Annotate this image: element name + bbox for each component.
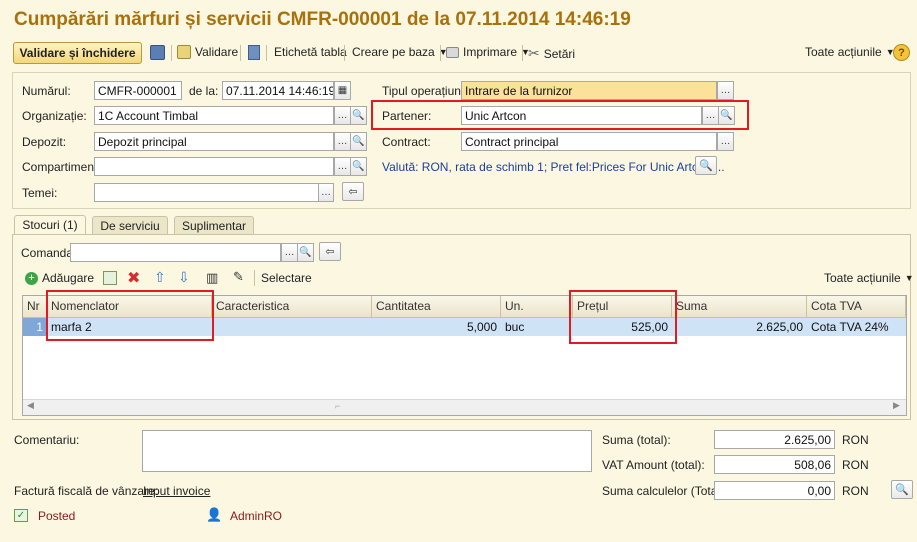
cell-characteristic[interactable] — [212, 318, 372, 336]
vat-currency: RON — [842, 458, 869, 472]
tab-stocks[interactable]: Stocuri (1) — [14, 215, 86, 234]
label-table-button[interactable]: Etichetă tabla — [274, 45, 347, 59]
fill-from-order-icon[interactable]: ⇦ — [319, 242, 341, 261]
tools-icon: ✂ — [528, 45, 540, 61]
chevron-down-icon: ▼ — [904, 273, 914, 283]
contract-field[interactable]: Contract principal — [461, 132, 717, 151]
copy-row-icon[interactable] — [103, 271, 117, 285]
department-field[interactable] — [94, 157, 334, 176]
input-invoice-link[interactable]: Input invoice — [143, 484, 210, 498]
post-doc-icon — [177, 45, 191, 59]
select-ellipsis-icon[interactable]: … — [281, 243, 298, 262]
author-text: AdminRO — [230, 509, 283, 523]
open-search-icon[interactable]: 🔍 — [891, 480, 913, 499]
add-icon: + — [25, 271, 38, 285]
move-down-icon[interactable]: ⇩ — [178, 269, 190, 286]
select-ellipsis-icon[interactable]: … — [318, 183, 334, 202]
user-icon: 👤 — [206, 507, 223, 522]
posted-check-icon: ✓ — [14, 509, 28, 522]
comment-label: Comentariu: — [14, 433, 80, 447]
help-button[interactable]: ? — [893, 44, 910, 61]
date-field[interactable]: 07.11.2014 14:46:19 — [222, 81, 334, 100]
operation-type-label: Tipul operațiunii: — [382, 84, 470, 98]
select-ellipsis-icon[interactable]: … — [717, 132, 734, 151]
warehouse-label: Depozit: — [22, 135, 67, 149]
scroll-thumb-grip[interactable]: ⌐ — [335, 401, 340, 411]
open-search-icon[interactable]: 🔍 — [350, 157, 367, 176]
table-all-actions-menu[interactable]: Toate acțiunile ▼ — [824, 271, 914, 285]
basis-field[interactable] — [94, 183, 334, 202]
add-row-button[interactable]: + Adăugare — [25, 271, 94, 285]
eraser-icon[interactable]: ✎ — [233, 269, 244, 285]
contract-label: Contract: — [382, 135, 431, 149]
post-and-close-button[interactable]: Validare și închidere — [13, 42, 142, 64]
tab-services[interactable]: De serviciu — [92, 216, 168, 234]
open-search-icon[interactable]: 🔍 — [350, 132, 367, 151]
cell-sum[interactable]: 2.625,00 — [672, 318, 807, 336]
calc-total-label: Suma calculelor (Total): — [602, 484, 728, 498]
fill-from-basis-icon[interactable]: ⇦ — [342, 182, 364, 201]
select-ellipsis-icon[interactable]: … — [334, 132, 351, 151]
open-search-icon[interactable]: 🔍 — [695, 156, 717, 175]
open-search-icon[interactable]: 🔍 — [297, 243, 314, 262]
open-search-icon[interactable]: 🔍 — [350, 106, 367, 125]
number-label: Numărul: — [22, 84, 71, 98]
total-value: 2.625,00 — [714, 430, 835, 449]
page-title: Cumpărări mărfuri și servicii CMFR-00000… — [14, 9, 631, 30]
column-header-nr[interactable]: Nr — [23, 296, 47, 318]
cell-vat[interactable]: Cota TVA 24% — [807, 318, 906, 336]
vat-total-label: VAT Amount (total): — [602, 458, 705, 472]
column-header-sum[interactable]: Suma — [672, 296, 807, 318]
scroll-right-icon[interactable]: ▶ — [893, 400, 900, 411]
save-icon[interactable] — [150, 45, 165, 60]
calendar-icon[interactable]: ▦ — [334, 81, 351, 100]
total-label: Suma (total): — [602, 433, 671, 447]
item-highlight-box — [46, 290, 214, 341]
select-ellipsis-icon[interactable]: … — [334, 106, 351, 125]
column-header-vat[interactable]: Cota TVA — [807, 296, 906, 318]
date-label: de la: — [189, 84, 219, 98]
select-ellipsis-icon[interactable]: … — [717, 81, 734, 100]
column-header-unit[interactable]: Un. — [501, 296, 573, 318]
column-header-characteristic[interactable]: Caracteristica — [212, 296, 372, 318]
tab-additional[interactable]: Suplimentar — [174, 216, 254, 234]
price-highlight-box — [569, 290, 677, 344]
number-field[interactable]: CMFR-000001 — [94, 81, 182, 100]
invoice-label: Factură fiscală de vânzare: — [14, 484, 159, 498]
calc-total-value: 0,00 — [714, 481, 835, 500]
organization-label: Organizație: — [22, 109, 87, 123]
status-text: Posted — [38, 509, 76, 523]
cell-unit[interactable]: buc — [501, 318, 573, 336]
warehouse-field[interactable]: Depozit principal — [94, 132, 334, 151]
delete-row-icon[interactable]: ✖ — [127, 268, 140, 288]
comment-field[interactable] — [142, 430, 592, 472]
post-button[interactable]: Validare — [177, 45, 238, 59]
print-menu[interactable]: Imprimare ▼ — [446, 45, 530, 59]
order-field[interactable] — [70, 243, 281, 262]
total-currency: RON — [842, 433, 869, 447]
currency-price-link[interactable]: Valută: RON, rata de schimb 1; Pret fel:… — [382, 160, 725, 174]
column-header-quantity[interactable]: Cantitatea — [372, 296, 501, 318]
department-label: Compartiment: — [22, 160, 101, 174]
order-label: Comanda: — [21, 246, 77, 260]
selection-button[interactable]: Selectare — [261, 271, 312, 285]
journal-icon[interactable] — [248, 45, 260, 60]
horizontal-scrollbar[interactable] — [23, 399, 906, 415]
select-ellipsis-icon[interactable]: … — [334, 157, 351, 176]
printer-icon — [446, 46, 459, 58]
operation-type-field[interactable]: Intrare de la furnizor — [461, 81, 717, 100]
basis-label: Temei: — [22, 186, 58, 200]
cell-quantity[interactable]: 5,000 — [372, 318, 501, 336]
all-actions-menu[interactable]: Toate acțiunile ▼ — [805, 45, 895, 59]
move-up-icon[interactable]: ⇧ — [154, 269, 166, 286]
vat-total-value: 508,06 — [714, 455, 835, 474]
organization-field[interactable]: 1C Account Timbal — [94, 106, 334, 125]
barcode-icon[interactable]: ▥ — [206, 270, 218, 286]
scroll-left-icon[interactable]: ◀ — [27, 400, 34, 411]
settings-button[interactable]: ✂ Setări — [528, 45, 575, 62]
calc-currency: RON — [842, 484, 869, 498]
partner-highlight-box — [371, 100, 749, 130]
create-based-on-menu[interactable]: Creare pe baza ▼ — [352, 45, 448, 59]
cell-nr[interactable]: 1 — [23, 318, 47, 336]
